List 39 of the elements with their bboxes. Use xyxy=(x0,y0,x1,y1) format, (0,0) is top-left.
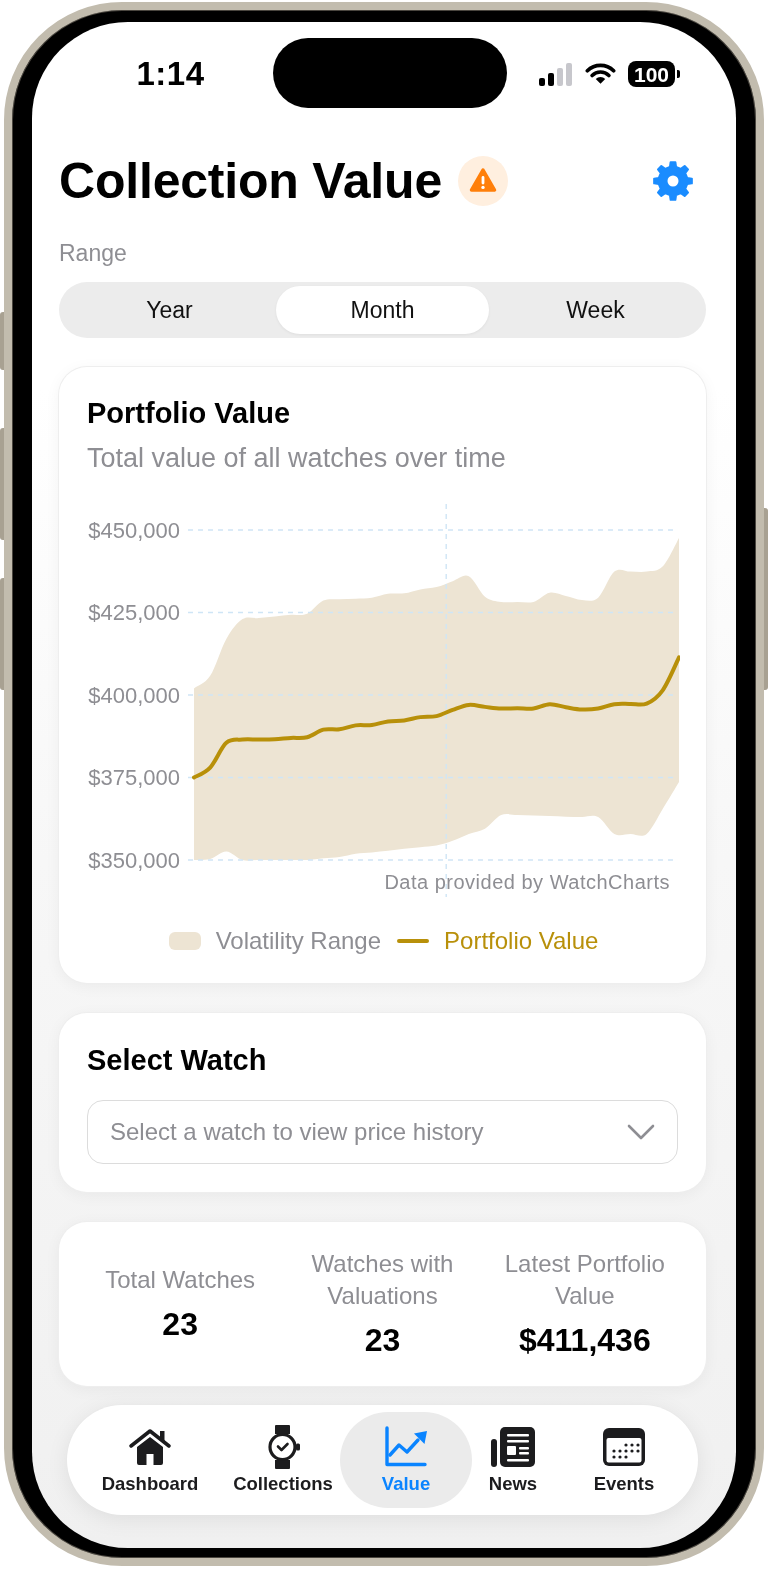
card-title: Select Watch xyxy=(87,1043,268,1077)
tab-bar-item[interactable]: Collections xyxy=(229,1412,337,1508)
calendar-icon xyxy=(603,1428,645,1466)
stat-label: Watches with Valuations xyxy=(310,1249,455,1311)
y-axis-label: $400,000 xyxy=(88,682,180,708)
stat-value: 23 xyxy=(162,1306,198,1342)
y-axis-label: $350,000 xyxy=(88,847,180,873)
range-tab[interactable]: Year xyxy=(63,286,276,334)
battery-indicator: 100 xyxy=(627,61,680,87)
settings-icon xyxy=(652,160,694,202)
wifi-icon xyxy=(584,63,616,85)
y-axis-label: $450,000 xyxy=(88,517,180,543)
stat-value: 23 xyxy=(364,1322,401,1358)
legend-label: Portfolio Value xyxy=(444,926,599,956)
status-time: 1:14 xyxy=(136,55,205,93)
card-title: Portfolio Value xyxy=(87,396,292,430)
page-title: Collection Value xyxy=(59,153,442,209)
range-tab[interactable]: Month xyxy=(276,286,489,334)
chevron-down-icon xyxy=(627,1124,655,1140)
range-label: Range xyxy=(59,240,128,266)
chart-line-icon xyxy=(384,1426,428,1468)
y-axis-label: $375,000 xyxy=(88,765,180,790)
signal-icon xyxy=(538,62,573,86)
tab-bar-item[interactable]: Events xyxy=(589,1412,659,1508)
settings-button[interactable] xyxy=(652,160,694,202)
tab-bar-item[interactable]: News xyxy=(484,1412,542,1508)
newspaper-icon xyxy=(491,1427,535,1467)
data-source-note: Data provided by WatchCharts xyxy=(384,871,670,893)
stat-label: Total Watches xyxy=(105,1265,256,1295)
range-tab[interactable]: Week xyxy=(489,286,702,334)
tab-bar-item[interactable]: Dashboard xyxy=(97,1412,203,1508)
legend-label: Volatility Range xyxy=(215,926,382,956)
watch-icon xyxy=(266,1425,300,1469)
y-axis-label: $425,000 xyxy=(88,600,180,625)
warning-icon[interactable] xyxy=(458,156,508,206)
stat-label: Latest Portfolio Value xyxy=(503,1249,666,1311)
house-icon xyxy=(128,1427,172,1467)
stat-value: $411,436 xyxy=(518,1322,651,1358)
card-subtitle: Total value of all watches over time xyxy=(87,442,507,474)
